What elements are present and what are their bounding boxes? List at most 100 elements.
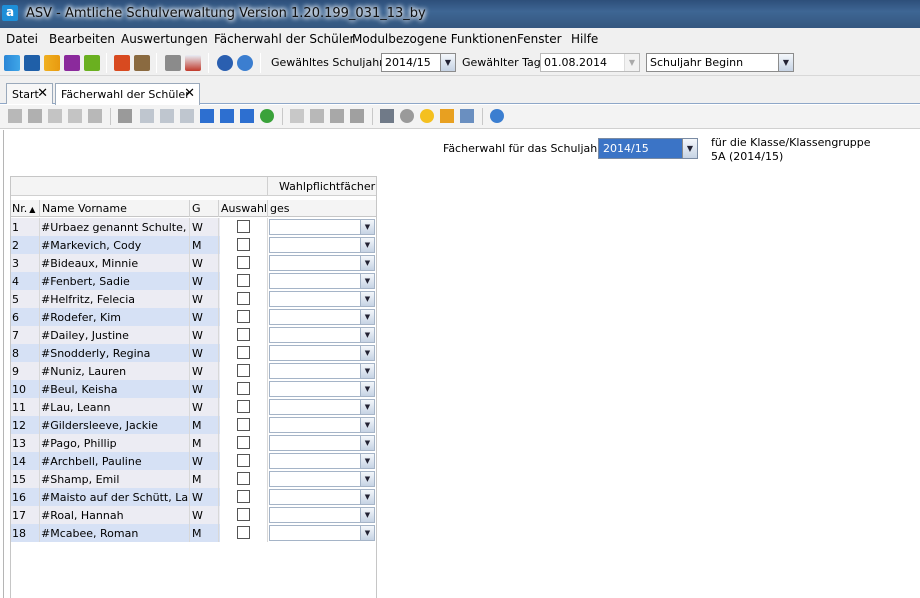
chevron-down-icon[interactable]: ▼ xyxy=(360,382,374,396)
paste-icon[interactable] xyxy=(350,109,364,123)
menu-faecherwahl[interactable]: Fächerwahl der Schüler xyxy=(214,32,354,46)
column-header-name[interactable]: Name Vorname xyxy=(42,202,127,215)
help-icon[interactable] xyxy=(237,55,253,71)
table-row[interactable]: 1 #Urbaez genannt Schulte, ... W ▼ xyxy=(11,218,376,236)
chevron-down-icon[interactable]: ▼ xyxy=(360,220,374,234)
ges-select[interactable]: ▼ xyxy=(269,525,375,541)
parents-icon[interactable] xyxy=(44,55,60,71)
chevron-down-icon[interactable]: ▼ xyxy=(360,490,374,504)
arrow-left-icon[interactable] xyxy=(290,109,304,123)
calculator-icon[interactable] xyxy=(134,55,150,71)
ges-select[interactable]: ▼ xyxy=(269,255,375,271)
table-row[interactable]: 18 #Mcabee, Roman M ▼ xyxy=(11,524,376,542)
tab-faecherwahl[interactable]: Fächerwahl der Schüler ✕ xyxy=(55,83,200,105)
table-row[interactable]: 9 #Nuniz, Lauren W ▼ xyxy=(11,362,376,380)
ges-select[interactable]: ▼ xyxy=(269,363,375,379)
students-icon[interactable] xyxy=(4,55,20,71)
close-icon[interactable]: ✕ xyxy=(184,86,195,101)
ges-select[interactable]: ▼ xyxy=(269,327,375,343)
menu-hilfe[interactable]: Hilfe xyxy=(571,32,598,46)
cut-icon[interactable] xyxy=(310,109,324,123)
chevron-down-icon[interactable]: ▼ xyxy=(360,346,374,360)
ges-select[interactable]: ▼ xyxy=(269,471,375,487)
chevron-down-icon[interactable]: ▼ xyxy=(360,436,374,450)
auswahl-checkbox[interactable] xyxy=(237,256,250,269)
column-header-ges[interactable]: ges xyxy=(270,202,289,215)
ges-select[interactable]: ▼ xyxy=(269,237,375,253)
auswahl-checkbox[interactable] xyxy=(237,382,250,395)
chevron-down-icon[interactable]: ▼ xyxy=(360,292,374,306)
table-row[interactable]: 17 #Roal, Hannah W ▼ xyxy=(11,506,376,524)
chevron-down-icon[interactable]: ▼ xyxy=(360,400,374,414)
last-record-icon[interactable] xyxy=(240,109,254,123)
window-icon[interactable] xyxy=(460,109,474,123)
table-row[interactable]: 10 #Beul, Keisha W ▼ xyxy=(11,380,376,398)
list-icon[interactable] xyxy=(118,109,132,123)
copy-icon[interactable] xyxy=(330,109,344,123)
next-page-icon[interactable] xyxy=(220,109,234,123)
new-record-icon[interactable] xyxy=(8,109,22,123)
table-row[interactable]: 11 #Lau, Leann W ▼ xyxy=(11,398,376,416)
ges-select[interactable]: ▼ xyxy=(269,381,375,397)
auswahl-checkbox[interactable] xyxy=(237,346,250,359)
auswahl-checkbox[interactable] xyxy=(237,418,250,431)
save-icon[interactable] xyxy=(28,109,42,123)
chevron-down-icon[interactable]: ▼ xyxy=(778,54,793,71)
chevron-down-icon[interactable]: ▼ xyxy=(360,472,374,486)
previous-record-icon[interactable] xyxy=(180,109,194,123)
help-icon[interactable] xyxy=(490,109,504,123)
calendar-icon[interactable] xyxy=(185,55,201,71)
table-row[interactable]: 13 #Pago, Phillip M ▼ xyxy=(11,434,376,452)
ges-select[interactable]: ▼ xyxy=(269,435,375,451)
schuljahr-select[interactable]: 2014/15 ▼ xyxy=(381,53,456,72)
column-header-nr[interactable]: Nr. ▲ xyxy=(12,202,35,215)
copy-window-icon[interactable] xyxy=(165,55,181,71)
column-header-auswahl[interactable]: Auswahl xyxy=(221,202,267,215)
delete-icon[interactable] xyxy=(68,109,82,123)
auswahl-checkbox[interactable] xyxy=(237,526,250,539)
broom-icon[interactable] xyxy=(440,109,454,123)
next-record-icon[interactable] xyxy=(200,109,214,123)
ges-select[interactable]: ▼ xyxy=(269,399,375,415)
first-record-icon[interactable] xyxy=(140,109,154,123)
ges-select[interactable]: ▼ xyxy=(269,345,375,361)
table-row[interactable]: 12 #Gildersleeve, Jackie M ▼ xyxy=(11,416,376,434)
menu-bearbeiten[interactable]: Bearbeiten xyxy=(49,32,115,46)
ges-select[interactable]: ▼ xyxy=(269,309,375,325)
chevron-down-icon[interactable]: ▼ xyxy=(360,526,374,540)
auswahl-checkbox[interactable] xyxy=(237,508,250,521)
table-row[interactable]: 14 #Archbell, Pauline W ▼ xyxy=(11,452,376,470)
ges-select[interactable]: ▼ xyxy=(269,507,375,523)
auswahl-checkbox[interactable] xyxy=(237,400,250,413)
tag-select[interactable]: 01.08.2014 ▼ xyxy=(540,53,640,72)
teachers-icon[interactable] xyxy=(24,55,40,71)
chevron-down-icon[interactable]: ▼ xyxy=(360,256,374,270)
auswahl-checkbox[interactable] xyxy=(237,436,250,449)
table-row[interactable]: 6 #Rodefer, Kim W ▼ xyxy=(11,308,376,326)
table-row[interactable]: 7 #Dailey, Justine W ▼ xyxy=(11,326,376,344)
ges-select[interactable]: ▼ xyxy=(269,219,375,235)
auswahl-checkbox[interactable] xyxy=(237,238,250,251)
menu-fenster[interactable]: Fenster xyxy=(517,32,562,46)
menu-datei[interactable]: Datei xyxy=(6,32,38,46)
close-icon[interactable]: ✕ xyxy=(37,86,48,101)
table-row[interactable]: 15 #Shamp, Emil M ▼ xyxy=(11,470,376,488)
refresh-icon[interactable] xyxy=(260,109,274,123)
lightbulb-icon[interactable] xyxy=(420,109,434,123)
auswahl-checkbox[interactable] xyxy=(237,220,250,233)
chevron-down-icon[interactable]: ▼ xyxy=(360,454,374,468)
auswahl-checkbox[interactable] xyxy=(237,292,250,305)
chevron-down-icon[interactable]: ▼ xyxy=(360,328,374,342)
book-icon[interactable] xyxy=(114,55,130,71)
auswahl-checkbox[interactable] xyxy=(237,328,250,341)
ges-select[interactable]: ▼ xyxy=(269,453,375,469)
chevron-down-icon[interactable]: ▼ xyxy=(360,274,374,288)
auswahl-checkbox[interactable] xyxy=(237,274,250,287)
classes-icon[interactable] xyxy=(64,55,80,71)
auswahl-checkbox[interactable] xyxy=(237,472,250,485)
chevron-down-icon[interactable]: ▼ xyxy=(440,54,455,71)
view-icon[interactable] xyxy=(400,109,414,123)
table-row[interactable]: 4 #Fenbert, Sadie W ▼ xyxy=(11,272,376,290)
menu-modulbezogene-funktionen[interactable]: Modulbezogene Funktionen xyxy=(352,32,517,46)
table-row[interactable]: 3 #Bideaux, Minnie W ▼ xyxy=(11,254,376,272)
